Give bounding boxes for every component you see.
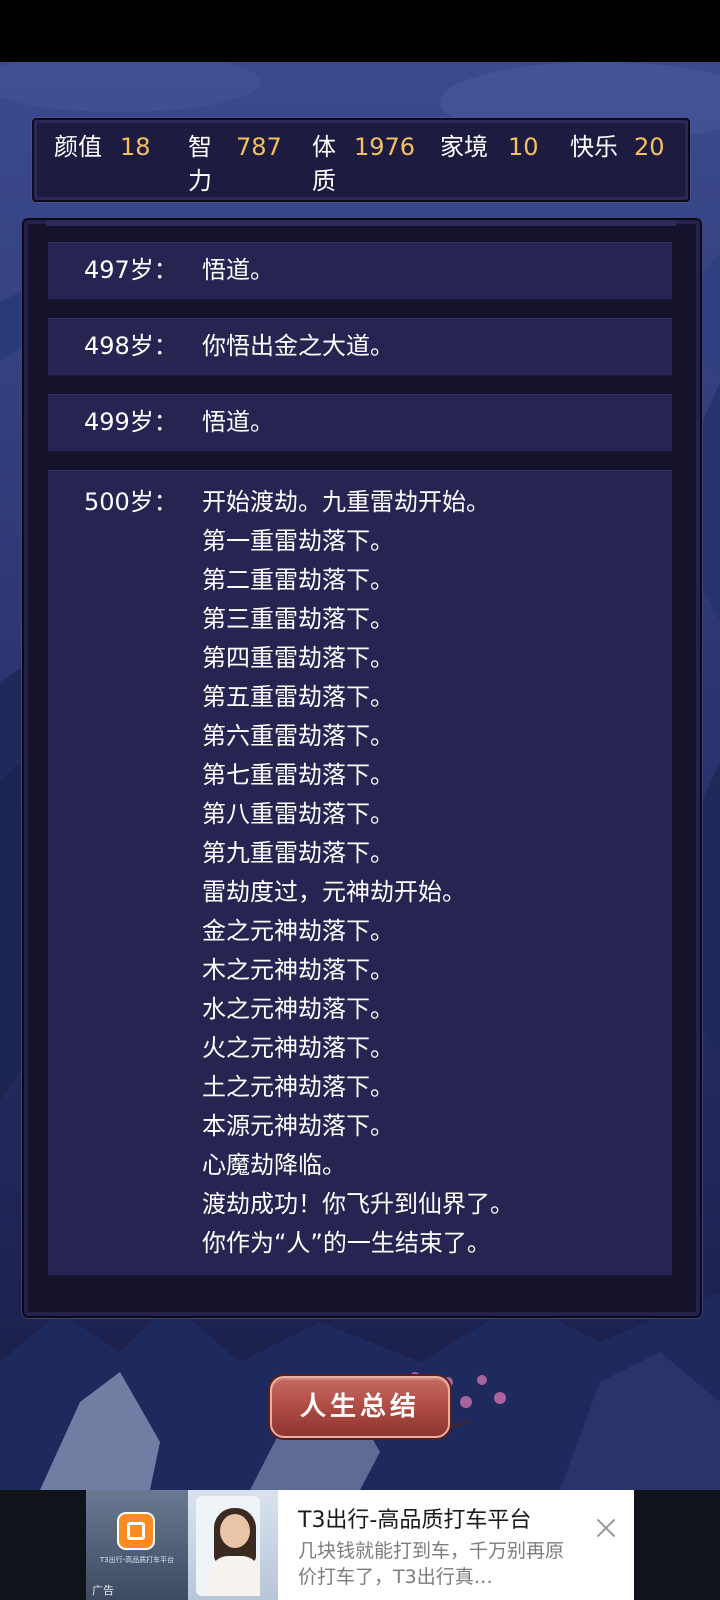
log-line: 火之元神劫落下。 xyxy=(202,1034,394,1062)
log-age: 497岁： xyxy=(84,256,178,284)
log-line: 第八重雷劫落下。 xyxy=(202,800,394,828)
ad-title[interactable]: T3出行-高品质打车平台 xyxy=(298,1502,531,1534)
log-line: 金之元神劫落下。 xyxy=(202,917,394,945)
log-age: 499岁： xyxy=(84,408,178,436)
log-line: 你悟出金之大道。 xyxy=(202,332,394,360)
log-line: 土之元神劫落下。 xyxy=(202,1073,394,1101)
stat-label: 家境 xyxy=(440,133,488,161)
log-line: 第五重雷劫落下。 xyxy=(202,683,394,711)
person-body xyxy=(210,1556,260,1596)
t3-logo-icon xyxy=(119,1514,153,1548)
log-lines: 开始渡劫。九重雷劫开始。 第一重雷劫落下。 第二重雷劫落下。 第三重雷劫落下。 … xyxy=(202,483,514,1263)
ad-thumbnail-text: T3出行-高品质打车平台 xyxy=(99,1556,175,1564)
log-lines: 悟道。 xyxy=(202,251,274,290)
ad-description[interactable]: 几块钱就能打到车，千万别再原价打车了，T3出行真… xyxy=(298,1538,568,1590)
log-entry: 499岁： 悟道。 xyxy=(48,394,672,452)
log-age: 500岁： xyxy=(84,488,178,516)
log-line: 你作为“人”的一生结束了。 xyxy=(202,1229,491,1257)
ad-photo[interactable] xyxy=(188,1490,278,1600)
stat-value: 20 xyxy=(634,133,665,161)
stat-value: 1976 xyxy=(354,133,416,161)
log-line: 木之元神劫落下。 xyxy=(202,956,394,984)
log-line: 第一重雷劫落下。 xyxy=(202,527,394,555)
log-line: 本源元神劫落下。 xyxy=(202,1112,394,1140)
log-line: 心魔劫降临。 xyxy=(202,1151,346,1179)
log-entry: 498岁： 你悟出金之大道。 xyxy=(48,318,672,376)
ad-tag: 广告 xyxy=(92,1584,114,1597)
stat-label: 颜值 xyxy=(54,133,102,161)
log-line: 第二重雷劫落下。 xyxy=(202,566,394,594)
ad-photo-frame xyxy=(196,1496,260,1596)
log-line: 第七重雷劫落下。 xyxy=(202,761,394,789)
ad-banner: T3出行-高品质打车平台 广告 T3出行-高品质打车平台 几块钱就能打到车，千万… xyxy=(0,1490,720,1600)
log-line: 第三重雷劫落下。 xyxy=(202,605,394,633)
status-bar xyxy=(0,0,720,62)
log-lines: 悟道。 xyxy=(202,403,274,442)
log-line: 悟道。 xyxy=(202,408,274,436)
stat-label: 体质 xyxy=(312,133,336,195)
attributes-panel: 颜值 18 智力 787 体质 1976 家境 10 快乐 20 xyxy=(32,118,690,202)
log-line: 第四重雷劫落下。 xyxy=(202,644,394,672)
person-face xyxy=(220,1514,250,1548)
log-line: 第六重雷劫落下。 xyxy=(202,722,394,750)
stat-value: 787 xyxy=(236,133,282,161)
stat-label: 快乐 xyxy=(570,133,618,161)
log-line: 水之元神劫落下。 xyxy=(202,995,394,1023)
log-line: 悟道。 xyxy=(202,256,274,284)
log-entry: 497岁： 悟道。 xyxy=(48,242,672,300)
log-line: 雷劫度过，元神劫开始。 xyxy=(202,878,466,906)
log-lines: 你悟出金之大道。 xyxy=(202,327,394,366)
stat-value: 18 xyxy=(120,133,151,161)
log-line: 渡劫成功！你飞升到仙界了。 xyxy=(202,1190,514,1218)
ad-thumbnail[interactable]: T3出行-高品质打车平台 广告 xyxy=(86,1490,188,1600)
ad-card[interactable]: T3出行-高品质打车平台 广告 T3出行-高品质打车平台 几块钱就能打到车，千万… xyxy=(86,1490,634,1600)
life-summary-button[interactable]: 人生总结 xyxy=(270,1376,450,1438)
close-icon[interactable] xyxy=(594,1516,618,1540)
log-entry: 500岁： 开始渡劫。九重雷劫开始。 第一重雷劫落下。 第二重雷劫落下。 第三重… xyxy=(48,470,672,1276)
log-line: 第九重雷劫落下。 xyxy=(202,839,394,867)
log-age: 498岁： xyxy=(84,332,178,360)
log-line: 开始渡劫。九重雷劫开始。 xyxy=(202,488,490,516)
stat-label: 智力 xyxy=(188,133,212,195)
stat-value: 10 xyxy=(508,133,539,161)
